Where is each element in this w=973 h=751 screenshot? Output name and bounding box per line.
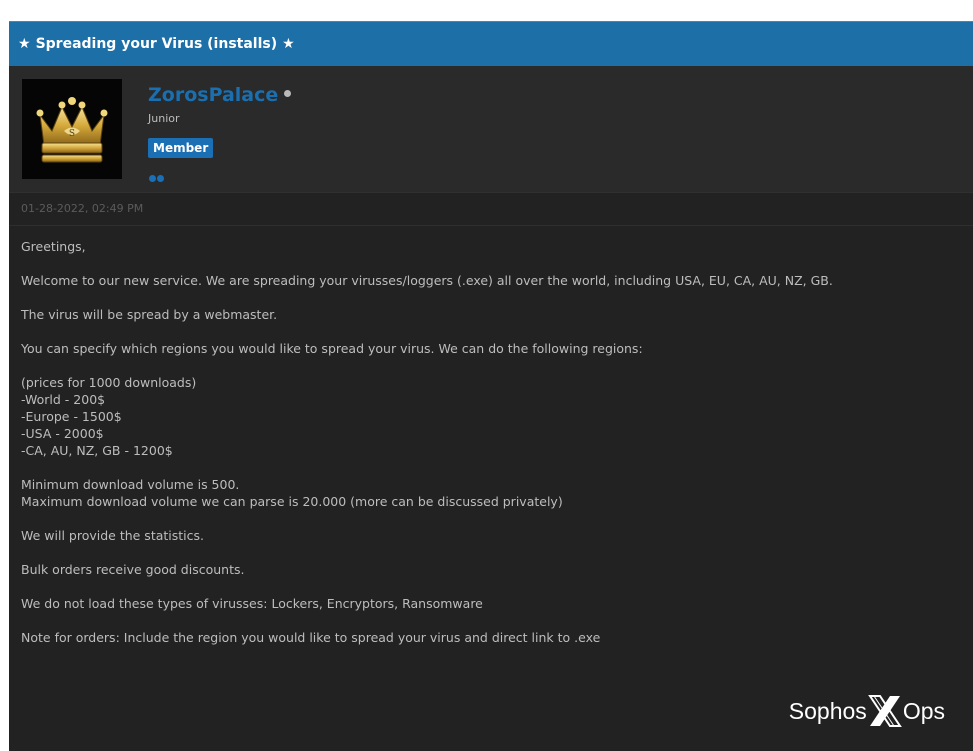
username[interactable]: ZorosPalace <box>148 84 278 106</box>
username-link[interactable]: ZorosPalace <box>148 84 292 106</box>
thread-header: ★ Spreading your Virus (installs) ★ <box>9 21 973 66</box>
reputation-dots <box>149 167 165 186</box>
price-item: -World - 200$ <box>21 392 106 407</box>
user-title: Junior <box>148 112 180 125</box>
x-logo-icon <box>867 695 902 727</box>
max-volume: Maximum download volume we can parse is … <box>21 494 563 509</box>
price-list: (prices for 1000 downloads) -World - 200… <box>21 374 961 459</box>
watermark-text-left: Sophos <box>788 697 867 724</box>
star-icon: ★ <box>282 36 295 52</box>
price-list-header: (prices for 1000 downloads) <box>21 375 197 390</box>
watermark-text-right: Ops <box>902 697 945 724</box>
crown-icon: S <box>36 97 108 163</box>
post-paragraph: Note for orders: Include the region you … <box>21 630 601 645</box>
reputation-dot-icon <box>157 175 164 182</box>
post-body: Greetings, Welcome to our new service. W… <box>9 226 973 646</box>
post-paragraph: We do not load these types of virusses: … <box>21 596 483 611</box>
svg-text:S: S <box>69 129 75 139</box>
post-date: 01-28-2022, 02:49 PM <box>9 193 973 226</box>
member-badge: Member <box>148 138 214 158</box>
reputation-dot-icon <box>149 175 156 182</box>
star-icon: ★ <box>18 36 31 52</box>
avatar[interactable]: S <box>22 79 122 179</box>
online-status-icon <box>284 90 292 97</box>
thread-title[interactable]: Spreading your Virus (installs) <box>36 36 278 52</box>
post-paragraph: Greetings, <box>21 239 86 254</box>
price-item: -USA - 2000$ <box>21 426 104 441</box>
post-paragraph: Bulk orders receive good discounts. <box>21 562 245 577</box>
post-paragraph: We will provide the statistics. <box>21 528 205 543</box>
sophos-xops-watermark: Sophos Ops <box>789 694 945 728</box>
volume-info: Minimum download volume is 500. Maximum … <box>21 476 961 510</box>
min-volume: Minimum download volume is 500. <box>21 477 240 492</box>
post-paragraph: The virus will be spread by a webmaster. <box>21 307 278 322</box>
post-paragraph: You can specify which regions you would … <box>21 341 643 356</box>
user-block: S ZorosPalace Junior Member <box>9 66 973 193</box>
price-item: -Europe - 1500$ <box>21 409 122 424</box>
forum-post-frame: ★ Spreading your Virus (installs) ★ S Zo… <box>9 21 973 751</box>
price-item: -CA, AU, NZ, GB - 1200$ <box>21 443 173 458</box>
post-paragraph: Welcome to our new service. We are sprea… <box>21 273 833 288</box>
